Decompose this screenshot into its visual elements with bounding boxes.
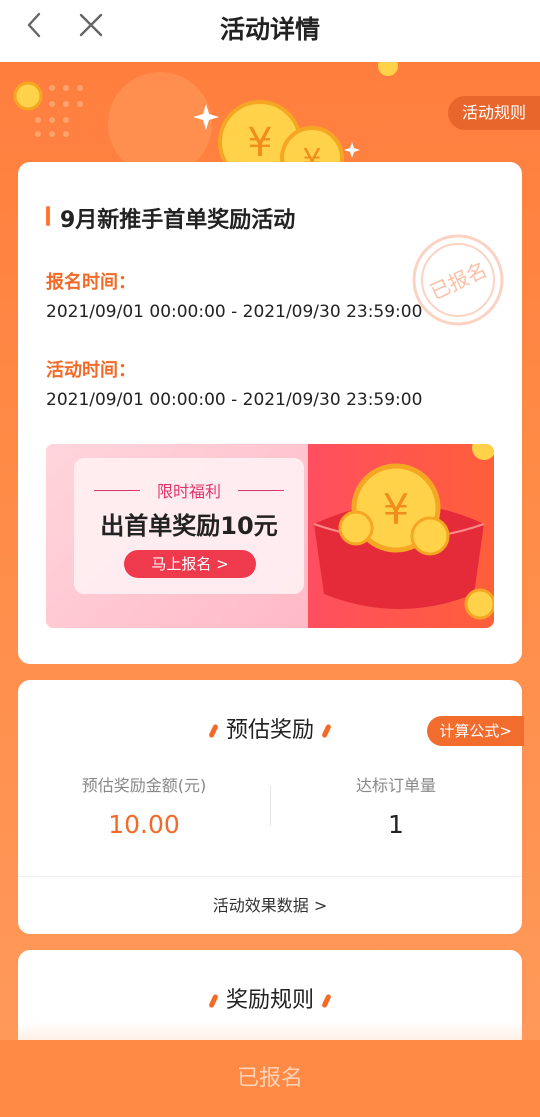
qualified-orders-label: 达标订单量	[355, 776, 436, 795]
limited-benefit-label: 限时福利	[156, 482, 221, 501]
reward-amount-value: 10.00	[108, 810, 180, 839]
svg-text:¥: ¥	[247, 120, 272, 166]
signup-time-value: 2021/09/01 00:00:00 - 2021/09/30 23:59:0…	[46, 302, 423, 322]
title-dash-right	[321, 723, 332, 739]
formula-button[interactable]: 计算公式>	[427, 716, 524, 746]
svg-text:¥: ¥	[383, 485, 410, 534]
promo-banner[interactable]: 限时福利 出首单奖励10元 马上报名 > ¥	[46, 444, 494, 628]
activity-rules-tag[interactable]: 活动规则	[447, 96, 540, 130]
activity-time-label: 活动时间：	[46, 360, 136, 381]
activity-effect-data-link[interactable]: 活动效果数据 >	[18, 892, 522, 916]
title-dash-left	[208, 723, 219, 739]
nav-bar: 活动详情	[0, 0, 540, 62]
card-divider	[18, 876, 522, 877]
page-title: 活动详情	[219, 15, 320, 44]
reward-rules-title: 奖励规则	[225, 988, 314, 1013]
registered-button[interactable]: 已报名	[0, 1040, 540, 1117]
title-dash-left	[208, 993, 219, 1009]
signup-time-label: 报名时间：	[46, 272, 136, 293]
title-dash-right	[321, 993, 332, 1009]
banner-text-panel: 限时福利 出首单奖励10元 马上报名 >	[74, 458, 304, 594]
signup-now-button[interactable]: 马上报名 >	[124, 550, 256, 578]
activity-info-card: 9月新推手首单奖励活动 已报名 报名时间： 2021/09/01 00:00:0…	[18, 162, 522, 664]
activity-time-value: 2021/09/01 00:00:00 - 2021/09/30 23:59:0…	[46, 390, 423, 410]
registered-stamp: 已报名	[412, 234, 504, 326]
reward-rules-heading: 奖励规则	[18, 982, 522, 1014]
title-accent-bar	[46, 206, 50, 226]
estimated-reward-card: 预估奖励 计算公式> 预估奖励金额(元) 10.00 达标订单量 1 活动效果数…	[18, 680, 524, 934]
stamp-text: 已报名	[426, 257, 491, 304]
banner-headline: 出首单奖励10元	[100, 512, 278, 540]
estimated-reward-title: 预估奖励	[225, 718, 314, 743]
reward-amount-label: 预估奖励金额(元)	[81, 776, 207, 795]
qualified-orders-value: 1	[388, 810, 404, 839]
red-envelope-coins-illustration: ¥	[313, 444, 494, 620]
activity-title: 9月新推手首单奖励活动	[60, 208, 296, 233]
